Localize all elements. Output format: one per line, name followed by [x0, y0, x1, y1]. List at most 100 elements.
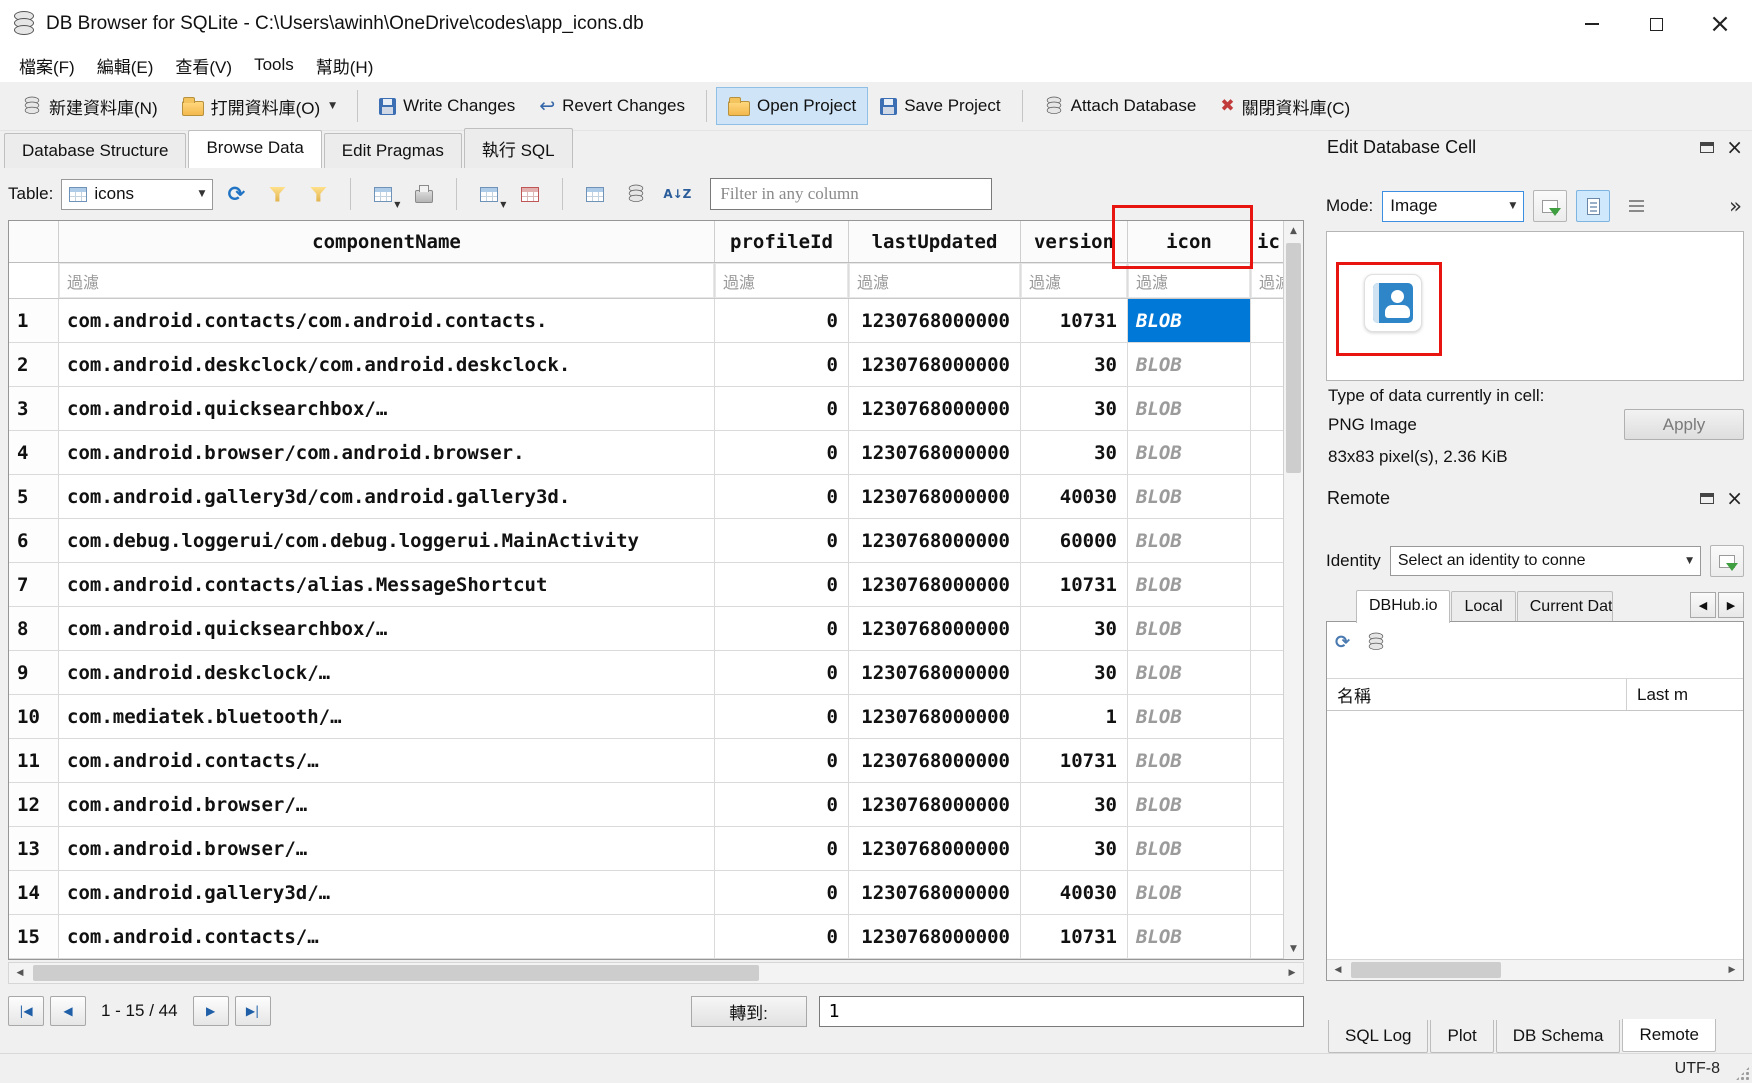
- row-number-cell[interactable]: 6: [9, 519, 59, 562]
- profileid-cell[interactable]: 0: [715, 695, 849, 738]
- float-panel-icon[interactable]: [1700, 142, 1714, 153]
- lastupdated-cell[interactable]: 1230768000000: [849, 343, 1021, 386]
- row-number-cell[interactable]: 10: [9, 695, 59, 738]
- partial-cell[interactable]: [1251, 563, 1285, 606]
- icon-blob-cell[interactable]: BLOB: [1128, 563, 1251, 606]
- icon-blob-cell[interactable]: BLOB: [1128, 343, 1251, 386]
- profileid-cell[interactable]: 0: [715, 783, 849, 826]
- column-header-version[interactable]: version: [1021, 221, 1128, 262]
- vertical-scroll-thumb[interactable]: [1286, 243, 1301, 473]
- profileid-cell[interactable]: 0: [715, 519, 849, 562]
- apply-button[interactable]: Apply: [1624, 409, 1744, 440]
- delete-record-button[interactable]: [512, 176, 548, 212]
- icon-blob-cell[interactable]: BLOB: [1128, 475, 1251, 518]
- row-number-cell[interactable]: 12: [9, 783, 59, 826]
- profileid-cell[interactable]: 0: [715, 299, 849, 342]
- menu-edit[interactable]: 編輯(E): [86, 48, 165, 83]
- componentname-cell[interactable]: com.android.gallery3d/com.android.galler…: [59, 475, 715, 518]
- partial-cell[interactable]: [1251, 607, 1285, 650]
- row-number-cell[interactable]: 3: [9, 387, 59, 430]
- import-data-button[interactable]: [1533, 190, 1567, 222]
- icon-blob-cell[interactable]: BLOB: [1128, 739, 1251, 782]
- icon-blob-cell[interactable]: BLOB: [1128, 827, 1251, 870]
- profileid-cell[interactable]: 0: [715, 343, 849, 386]
- scroll-right-icon[interactable]: ▶: [1281, 963, 1303, 983]
- tab-scroll-left-icon[interactable]: ◀: [1690, 592, 1716, 618]
- mode-select[interactable]: Image ▼: [1382, 191, 1524, 222]
- close-button[interactable]: [1688, 0, 1752, 48]
- lastupdated-cell[interactable]: 1230768000000: [849, 475, 1021, 518]
- horizontal-scroll-thumb[interactable]: [33, 965, 759, 981]
- componentname-cell[interactable]: com.android.contacts/com.android.contact…: [59, 299, 715, 342]
- componentname-cell[interactable]: com.android.contacts/alias.MessageShortc…: [59, 563, 715, 606]
- lastupdated-cell[interactable]: 1230768000000: [849, 431, 1021, 474]
- componentname-cell[interactable]: com.android.contacts/…: [59, 915, 715, 958]
- icon-blob-cell[interactable]: BLOB: [1128, 607, 1251, 650]
- attach-database-button[interactable]: Attach Database: [1032, 84, 1209, 128]
- clear-filters-button[interactable]: [259, 176, 295, 212]
- componentname-cell[interactable]: com.debug.loggerui/com.debug.loggerui.Ma…: [59, 519, 715, 562]
- componentname-cell[interactable]: com.android.gallery3d/…: [59, 871, 715, 914]
- scroll-right-icon[interactable]: ▶: [1721, 960, 1743, 980]
- menu-file[interactable]: 檔案(F): [8, 48, 86, 83]
- new-record-button[interactable]: ▼: [471, 176, 507, 212]
- first-page-button[interactable]: |◀: [8, 996, 44, 1026]
- menu-tools[interactable]: Tools: [243, 50, 305, 80]
- scroll-up-icon[interactable]: ▲: [1284, 221, 1303, 241]
- partial-cell[interactable]: [1251, 475, 1285, 518]
- icon-blob-cell[interactable]: BLOB: [1128, 431, 1251, 474]
- version-cell[interactable]: 30: [1021, 827, 1128, 870]
- tab-plot[interactable]: Plot: [1430, 1020, 1493, 1053]
- close-panel-icon[interactable]: ×: [1726, 137, 1743, 157]
- lastupdated-cell[interactable]: 1230768000000: [849, 783, 1021, 826]
- import-identity-button[interactable]: [1710, 545, 1744, 577]
- remote-horizontal-scrollbar[interactable]: ◀ ▶: [1327, 959, 1743, 980]
- toolbar-overflow-icon[interactable]: »: [1729, 194, 1744, 218]
- partial-cell[interactable]: [1251, 783, 1285, 826]
- refresh-button[interactable]: ⟳: [218, 176, 254, 212]
- row-number-cell[interactable]: 11: [9, 739, 59, 782]
- row-number-cell[interactable]: 8: [9, 607, 59, 650]
- remote-column-last-modified[interactable]: Last m: [1627, 679, 1743, 710]
- next-page-button[interactable]: ▶: [193, 996, 229, 1026]
- filter-profileid[interactable]: 過濾: [715, 263, 849, 298]
- tab-dbhub[interactable]: DBHub.io: [1356, 590, 1450, 623]
- scroll-left-icon[interactable]: ◀: [9, 963, 31, 983]
- componentname-cell[interactable]: com.android.browser/…: [59, 827, 715, 870]
- tab-execute-sql[interactable]: 執行 SQL: [464, 128, 573, 168]
- profileid-cell[interactable]: 0: [715, 871, 849, 914]
- lastupdated-cell[interactable]: 1230768000000: [849, 827, 1021, 870]
- icon-blob-cell[interactable]: BLOB: [1128, 299, 1251, 342]
- profileid-cell[interactable]: 0: [715, 651, 849, 694]
- table-select[interactable]: icons ▼: [61, 179, 213, 210]
- lastupdated-cell[interactable]: 1230768000000: [849, 915, 1021, 958]
- partial-cell[interactable]: [1251, 431, 1285, 474]
- column-header-partial[interactable]: ic: [1251, 221, 1285, 262]
- filter-lastupdated[interactable]: 過濾: [849, 263, 1021, 298]
- componentname-cell[interactable]: com.android.contacts/…: [59, 739, 715, 782]
- remote-scroll-thumb[interactable]: [1351, 962, 1501, 978]
- componentname-cell[interactable]: com.mediatek.bluetooth/…: [59, 695, 715, 738]
- version-cell[interactable]: 40030: [1021, 475, 1128, 518]
- minimize-button[interactable]: [1560, 0, 1624, 48]
- partial-cell[interactable]: [1251, 343, 1285, 386]
- encoding-indicator[interactable]: UTF-8: [1675, 1060, 1720, 1078]
- lastupdated-cell[interactable]: 1230768000000: [849, 651, 1021, 694]
- partial-cell[interactable]: [1251, 915, 1285, 958]
- new-database-button[interactable]: 新建資料庫(N): [10, 84, 170, 128]
- version-cell[interactable]: 30: [1021, 651, 1128, 694]
- maximize-button[interactable]: [1624, 0, 1688, 48]
- filter-version[interactable]: 過濾: [1021, 263, 1128, 298]
- lastupdated-cell[interactable]: 1230768000000: [849, 739, 1021, 782]
- open-project-button[interactable]: Open Project: [716, 87, 868, 125]
- tab-database-structure[interactable]: Database Structure: [4, 133, 186, 168]
- version-cell[interactable]: 30: [1021, 431, 1128, 474]
- remote-clone-database-icon[interactable]: [1369, 633, 1383, 652]
- profileid-cell[interactable]: 0: [715, 739, 849, 782]
- profileid-cell[interactable]: 0: [715, 827, 849, 870]
- icon-blob-cell[interactable]: BLOB: [1128, 519, 1251, 562]
- write-changes-button[interactable]: Write Changes: [367, 87, 527, 125]
- icon-blob-cell[interactable]: BLOB: [1128, 871, 1251, 914]
- partial-cell[interactable]: [1251, 519, 1285, 562]
- componentname-cell[interactable]: com.android.browser/…: [59, 783, 715, 826]
